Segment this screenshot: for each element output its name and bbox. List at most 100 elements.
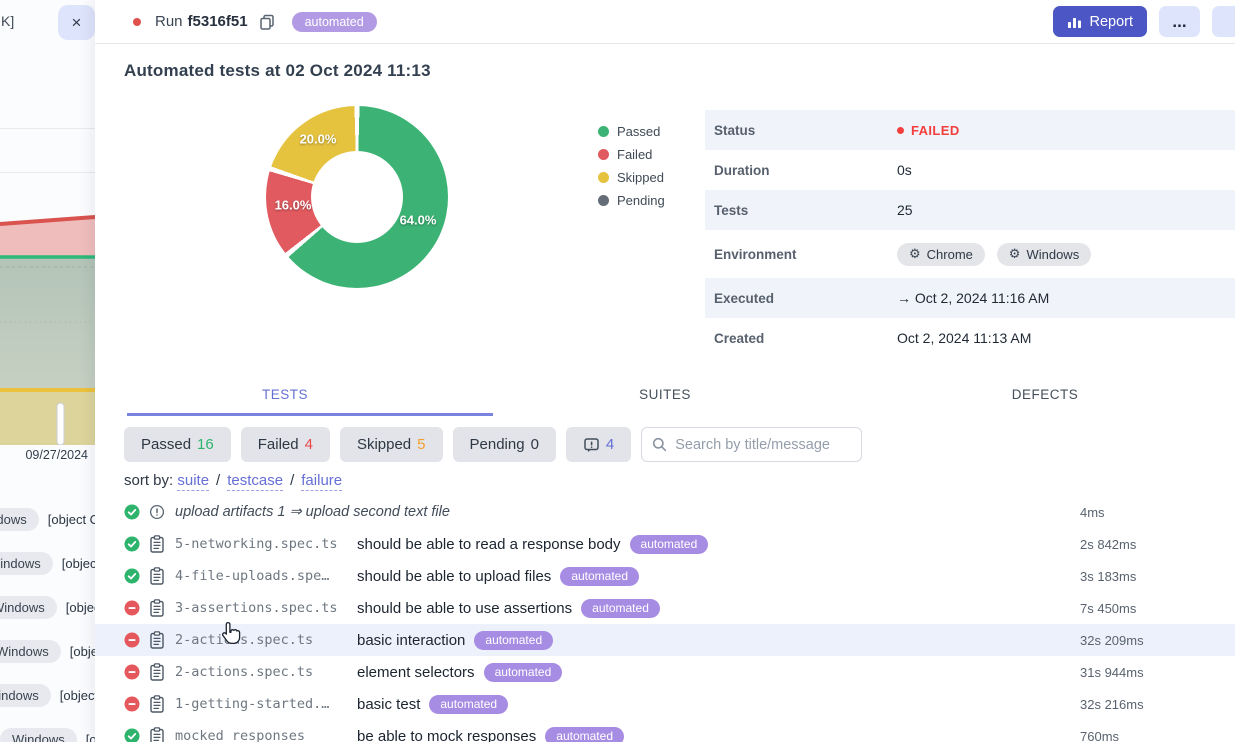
failed-status-dot (133, 18, 141, 26)
filter-button[interactable]: Failed 4 (241, 427, 330, 462)
divider (0, 128, 95, 129)
gear-icon: ⚙ (1009, 247, 1021, 262)
environment-badge: Windows (0, 684, 51, 707)
detail-row-environment: Environment ⚙Chrome ⚙Windows (705, 230, 1235, 278)
automated-badge: automated (292, 12, 377, 32)
environment-chip-chrome[interactable]: ⚙Chrome (897, 243, 985, 266)
test-title[interactable]: basic test (357, 696, 420, 713)
close-icon[interactable]: × (58, 5, 95, 40)
automated-badge: automated (429, 695, 508, 714)
clipboard-icon (149, 567, 165, 585)
test-count: [object Object],[object Object],[object … (70, 644, 95, 659)
chart-legend: Passed Failed Skipped Pending (598, 120, 665, 212)
comment-count: 4 (606, 436, 614, 453)
run-history-list: Windows [object Object],[object Object],… (0, 497, 95, 742)
test-duration: 2s 842ms (1080, 537, 1136, 552)
history-chart (0, 210, 95, 445)
test-file[interactable]: mocked responses (175, 728, 347, 742)
page-title: Automated tests at 02 Oct 2024 11:13 (124, 61, 431, 81)
run-history-item[interactable]: Windows [object Object],[object Object],… (0, 717, 95, 742)
app-screen: K] × 09/27/2024 Windows [o (0, 0, 1235, 742)
test-row[interactable]: 4-file-uploads.spe… should be able to up… (95, 560, 1235, 592)
test-row[interactable]: 2-actions.spec.ts basic interaction auto… (95, 624, 1235, 656)
active-tab-underline (127, 413, 493, 416)
test-count: [object Object],[object Object],[object … (48, 512, 95, 527)
passed-icon (124, 504, 140, 520)
test-count: [object Object],[object Object],[object … (60, 688, 95, 703)
legend-dot (598, 126, 609, 137)
report-button[interactable]: Report (1053, 6, 1147, 37)
test-duration: 32s 209ms (1080, 633, 1144, 648)
automated-badge: automated (484, 663, 563, 682)
failed-icon (124, 600, 140, 616)
divider (0, 172, 95, 173)
more-options-button[interactable]: ... (1159, 6, 1200, 37)
run-history-item[interactable]: Windows [object Object],[object Object],… (0, 497, 95, 541)
test-title[interactable]: should be able to read a response body (357, 536, 621, 553)
sort-by-testcase[interactable]: testcase (227, 472, 283, 491)
detail-row-status: Status FAILED (705, 110, 1235, 150)
shortcut-hint: K] (1, 13, 14, 29)
test-file[interactable]: 3-assertions.spec.ts (175, 600, 347, 616)
skipped-percent-label: 20.0% (300, 132, 337, 147)
test-title[interactable]: element selectors (357, 664, 475, 681)
test-title[interactable]: basic interaction (357, 632, 465, 649)
comments-filter-button[interactable]: 4 (566, 427, 631, 462)
search-input[interactable] (675, 437, 845, 453)
run-label: Run (155, 13, 183, 30)
tab-tests[interactable]: TESTS (95, 378, 475, 414)
filter-button[interactable]: Pending 0 (453, 427, 556, 462)
environment-chip-windows[interactable]: ⚙Windows (997, 243, 1091, 266)
search-icon (652, 437, 667, 452)
scrollbar[interactable] (57, 403, 64, 445)
test-duration: 3s 183ms (1080, 569, 1136, 584)
tab-defects[interactable]: DEFECTS (855, 378, 1235, 414)
test-title[interactable]: should be able to use assertions (357, 600, 572, 617)
passed-icon (124, 536, 140, 552)
filter-button[interactable]: Passed 16 (124, 427, 231, 462)
run-details-table: Status FAILED Duration 0s Tests 25 Envir… (705, 110, 1235, 358)
failed-icon (124, 632, 140, 648)
passed-percent-label: 64.0% (400, 213, 437, 228)
test-row[interactable]: 5-networking.spec.ts should be able to r… (95, 528, 1235, 560)
run-history-item[interactable]: Windows [object Object],[object Object],… (0, 541, 95, 585)
test-count: [object Object],[object Object],[object … (86, 732, 95, 742)
detail-row-executed: Executed → Oct 2, 2024 11:16 AM (705, 278, 1235, 318)
detail-row-tests: Tests 25 (705, 190, 1235, 230)
run-history-item[interactable]: Windows [object Object],[object Object],… (0, 585, 95, 629)
clipboard-icon (149, 631, 165, 649)
legend-item: Failed (598, 143, 665, 166)
test-file[interactable]: 5-networking.spec.ts (175, 536, 347, 552)
test-file[interactable]: 2-actions.spec.ts (175, 664, 347, 680)
test-title[interactable]: upload artifacts 1 ⇒ upload second text … (175, 504, 450, 520)
tab-suites[interactable]: SUITES (475, 378, 855, 414)
test-title[interactable]: should be able to upload files (357, 568, 551, 585)
test-row[interactable]: upload artifacts 1 ⇒ upload second text … (95, 496, 1235, 528)
test-row[interactable]: 1-getting-started.… basic test automated… (95, 688, 1235, 720)
test-row[interactable]: 3-assertions.spec.ts should be able to u… (95, 592, 1235, 624)
test-title[interactable]: be able to mock responses (357, 728, 536, 742)
run-history-item[interactable]: Windows [object Object],[object Object],… (0, 673, 95, 717)
status-badge: FAILED (897, 123, 960, 138)
test-file[interactable]: 4-file-uploads.spe… (175, 568, 347, 584)
search-box[interactable] (641, 427, 862, 462)
filter-button[interactable]: Skipped 5 (340, 427, 443, 462)
edge-button[interactable] (1212, 6, 1235, 37)
test-row[interactable]: 2-actions.spec.ts element selectors auto… (95, 656, 1235, 688)
test-duration: 4ms (1080, 505, 1105, 520)
run-history-item[interactable]: Windows [object Object],[object Object],… (0, 629, 95, 673)
test-row[interactable]: mocked responses be able to mock respons… (95, 720, 1235, 742)
failed-dot-icon (897, 127, 904, 134)
legend-item: Passed (598, 120, 665, 143)
test-file[interactable]: 2-actions.spec.ts (175, 632, 347, 648)
test-file[interactable]: 1-getting-started.… (175, 696, 347, 712)
failed-icon (124, 664, 140, 680)
run-detail-panel: Run f5316f51 automated Report ... (95, 0, 1235, 742)
passed-icon (124, 728, 140, 742)
sort-by-failure[interactable]: failure (301, 472, 342, 491)
sort-by-suite[interactable]: suite (177, 472, 209, 491)
environment-badge: Windows (0, 728, 77, 742)
failed-percent-label: 16.0% (275, 198, 312, 213)
legend-item: Pending (598, 189, 665, 212)
copy-icon[interactable] (258, 13, 276, 31)
